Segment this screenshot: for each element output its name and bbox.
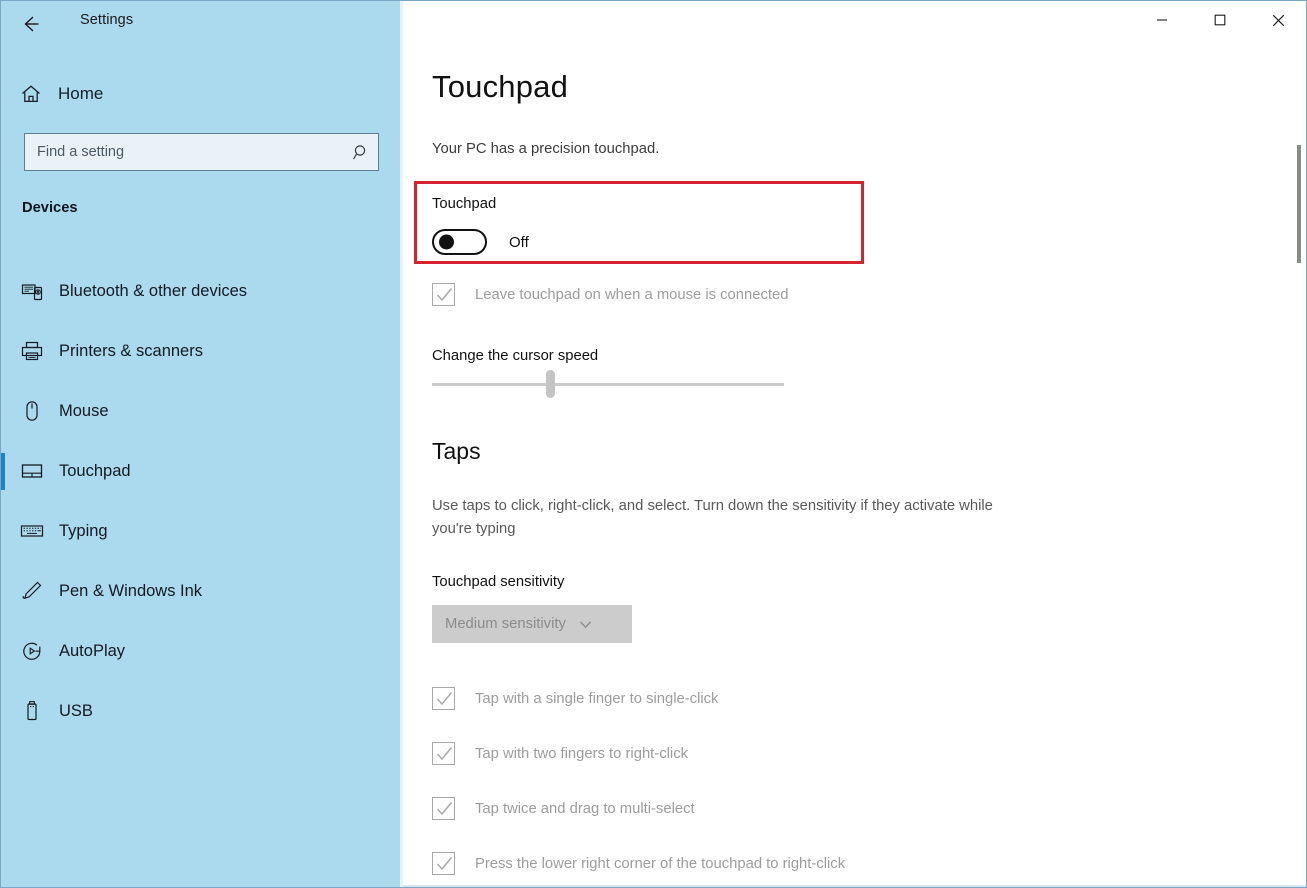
checkbox-label: Tap with a single finger to single-click: [475, 690, 719, 707]
autoplay-icon: [9, 639, 54, 663]
checkbox-label: Tap twice and drag to multi-select: [475, 800, 695, 817]
selection-accent-bar: [1, 333, 5, 370]
sidebar-item-usb[interactable]: USB: [1, 681, 402, 741]
keyboard-icon: [9, 519, 54, 543]
sidebar-item-touchpad[interactable]: Touchpad: [1, 441, 402, 501]
slider-track[interactable]: [432, 383, 784, 386]
checkbox-box[interactable]: [432, 797, 455, 820]
sidebar-item-label: Bluetooth & other devices: [59, 281, 248, 300]
settings-window: Settings Home Find a setting Devices Blu…: [0, 0, 1307, 888]
sidebar-item-label: Mouse: [59, 401, 109, 420]
touchpad-sensitivity-value: Medium sensitivity: [445, 616, 566, 632]
cursor-speed-slider[interactable]: [432, 370, 784, 398]
search-input-placeholder: Find a setting: [37, 144, 125, 160]
touchpad-sensitivity-dropdown[interactable]: Medium sensitivity: [432, 605, 632, 643]
selection-accent-bar: [1, 693, 5, 730]
checkbox-box[interactable]: [432, 687, 455, 710]
sidebar-titlebar: Settings: [1, 1, 402, 47]
sidebar-item-home-label: Home: [58, 84, 104, 103]
sidebar-item-typing[interactable]: Typing: [1, 501, 402, 561]
search-input[interactable]: Find a setting: [24, 133, 379, 171]
checkbox-box[interactable]: [432, 852, 455, 875]
window-controls: [1133, 1, 1306, 39]
slider-thumb[interactable]: [546, 370, 555, 398]
touchpad-toggle-switch[interactable]: [432, 229, 487, 255]
checkbox-label: Press the lower right corner of the touc…: [475, 855, 846, 872]
selection-accent-bar: [1, 513, 5, 550]
close-button[interactable]: [1249, 1, 1306, 39]
sidebar-item-label: Pen & Windows Ink: [59, 581, 203, 600]
selection-accent-bar: [1, 573, 5, 610]
cursor-speed-label: Change the cursor speed: [432, 348, 599, 364]
main-content: Touchpad Your PC has a precision touchpa…: [403, 1, 1306, 887]
sidebar-section-header: Devices: [22, 200, 78, 216]
checkbox-tap-two-fingers[interactable]: Tap with two fingers to right-click: [432, 742, 688, 765]
checkbox-tap-twice-drag[interactable]: Tap twice and drag to multi-select: [432, 797, 695, 820]
selection-accent-bar: [1, 633, 5, 670]
sidebar: Settings Home Find a setting Devices Blu…: [1, 1, 402, 887]
sidebar-item-mouse[interactable]: Mouse: [1, 381, 402, 441]
page-subtitle: Your PC has a precision touchpad.: [432, 141, 660, 157]
maximize-button[interactable]: [1191, 1, 1249, 39]
window-bottom-border: [403, 885, 1306, 887]
usb-icon: [9, 699, 54, 723]
touchpad-icon: [9, 459, 54, 483]
sidebar-item-autoplay[interactable]: AutoPlay: [1, 621, 402, 681]
scrollbar-thumb[interactable]: [1297, 145, 1301, 263]
checkbox-label: Leave touchpad on when a mouse is connec…: [475, 286, 789, 303]
sidebar-item-label: AutoPlay: [59, 641, 126, 660]
sidebar-item-label: Printers & scanners: [59, 341, 203, 360]
touchpad-toggle-label: Touchpad: [432, 196, 497, 212]
page-title: Touchpad: [432, 69, 569, 104]
selection-accent-bar: [1, 393, 5, 430]
home-icon: [8, 83, 54, 105]
back-button[interactable]: [9, 5, 53, 43]
checkbox-box[interactable]: [432, 742, 455, 765]
sidebar-item-label: USB: [59, 701, 93, 720]
selection-accent-bar: [1, 453, 5, 490]
checkbox-leave-touchpad-on[interactable]: Leave touchpad on when a mouse is connec…: [432, 283, 788, 306]
sidebar-item-printers-scanners[interactable]: Printers & scanners: [1, 321, 402, 381]
scrollbar-track[interactable]: [1295, 47, 1305, 887]
selection-accent-bar: [1, 273, 5, 310]
checkbox-press-lower-right-corner[interactable]: Press the lower right corner of the touc…: [432, 852, 845, 875]
checkbox-label: Tap with two fingers to right-click: [475, 745, 688, 762]
sidebar-item-home[interactable]: Home: [1, 75, 402, 113]
window-title: Settings: [80, 12, 134, 28]
sidebar-item-label: Typing: [59, 521, 108, 540]
touchpad-toggle-state: Off: [509, 233, 529, 251]
toggle-knob: [439, 234, 454, 250]
minimize-button[interactable]: [1133, 1, 1191, 39]
chevron-down-icon: [577, 616, 594, 633]
sidebar-item-bluetooth-other-devices[interactable]: Bluetooth & other devices: [1, 261, 402, 321]
sidebar-item-pen-windows-ink[interactable]: Pen & Windows Ink: [1, 561, 402, 621]
checkbox-tap-single-finger[interactable]: Tap with a single finger to single-click: [432, 687, 718, 710]
sidebar-nav-list: Bluetooth & other devices Printers & sca…: [1, 261, 402, 741]
taps-section-heading: Taps: [432, 438, 481, 464]
touchpad-toggle-row[interactable]: Off: [432, 229, 529, 255]
bluetooth-devices-icon: [9, 279, 54, 303]
checkbox-box[interactable]: [432, 283, 455, 306]
sidebar-item-label: Touchpad: [59, 461, 131, 480]
mouse-icon: [9, 399, 54, 423]
pen-icon: [9, 579, 54, 603]
printer-icon: [9, 339, 54, 363]
touchpad-sensitivity-label: Touchpad sensitivity: [432, 574, 565, 590]
taps-section-description: Use taps to click, right-click, and sele…: [432, 498, 993, 537]
search-icon[interactable]: [344, 143, 378, 162]
